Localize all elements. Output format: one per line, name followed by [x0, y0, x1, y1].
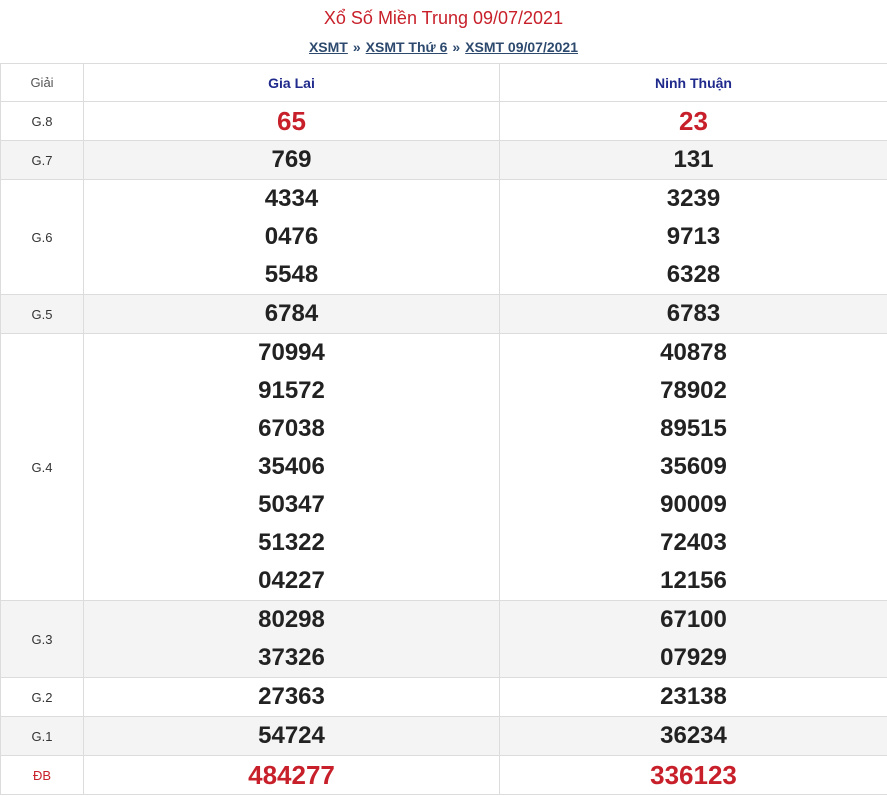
table-row: G.6 4334 0476 5548 3239 9713 6328	[0, 179, 887, 295]
winning-number: 70994	[258, 339, 325, 366]
winning-number: 6784	[264, 300, 319, 327]
winning-number: 4334	[264, 185, 319, 212]
province-header-gia-lai[interactable]: Gia Lai	[83, 63, 500, 102]
prize-cell: 54724	[83, 716, 500, 756]
lottery-results-page: Xổ Số Miền Trung 09/07/2021 XSMT» XSMT Th…	[0, 0, 887, 796]
prize-cell: 80298 37326	[83, 600, 500, 678]
table-row: G.8 65 23	[0, 101, 887, 141]
prize-label: ĐB	[0, 755, 84, 795]
winning-number: 50347	[258, 491, 325, 518]
table-row: G.3 80298 37326 67100 07929	[0, 600, 887, 678]
results-table: Giải Gia Lai Ninh Thuận G.8 65 23 G.7 769 131…	[0, 63, 887, 795]
winning-number: 91572	[258, 377, 325, 404]
winning-number: 769	[271, 146, 312, 173]
prize-cell: 3239 9713 6328	[499, 179, 887, 295]
breadcrumb-link-xsmt[interactable]: XSMT	[309, 39, 348, 55]
winning-number: 78902	[660, 377, 727, 404]
winning-number: 67038	[258, 415, 325, 442]
winning-number: 12156	[660, 567, 727, 594]
breadcrumb: XSMT» XSMT Thứ 6» XSMT 09/07/2021	[0, 36, 887, 58]
table-header-row: Giải Gia Lai Ninh Thuận	[0, 63, 887, 102]
results-body: G.8 65 23 G.7 769 131 G.6 4334 0476 5548 3239 9713 6…	[0, 101, 887, 795]
winning-number: 54724	[258, 722, 325, 749]
prize-label: G.6	[0, 179, 84, 295]
prize-cell: 70994 91572 67038 35406 50347 51322 04227	[83, 333, 500, 601]
table-row: G.2 27363 23138	[0, 677, 887, 717]
winning-number: 5548	[264, 261, 319, 288]
prize-cell: 769	[83, 140, 500, 180]
winning-number: 72403	[660, 529, 727, 556]
winning-number: 3239	[666, 185, 721, 212]
prize-column-header: Giải	[0, 63, 84, 102]
winning-number: 67100	[660, 606, 727, 633]
prize-label: G.4	[0, 333, 84, 601]
winning-number: 0476	[264, 223, 319, 250]
prize-cell: 6784	[83, 294, 500, 334]
winning-number: 36234	[660, 722, 727, 749]
winning-number: 23138	[660, 683, 727, 710]
winning-number: 37326	[258, 644, 325, 671]
prize-cell: 6783	[499, 294, 887, 334]
winning-number: 23	[679, 106, 708, 136]
winning-number: 90009	[660, 491, 727, 518]
prize-cell: 40878 78902 89515 35609 90009 72403 12156	[499, 333, 887, 601]
prize-label: G.2	[0, 677, 84, 717]
winning-number: 336123	[650, 760, 737, 790]
winning-number: 131	[673, 146, 714, 173]
prize-cell: 4334 0476 5548	[83, 179, 500, 295]
prize-cell: 67100 07929	[499, 600, 887, 678]
winning-number: 35609	[660, 453, 727, 480]
table-row: G.5 6784 6783	[0, 294, 887, 334]
prize-cell: 336123	[499, 755, 887, 795]
prize-label: G.5	[0, 294, 84, 334]
table-row: G.4 70994 91572 67038 35406 50347 51322 04227 40…	[0, 333, 887, 601]
prize-label: G.1	[0, 716, 84, 756]
winning-number: 65	[277, 106, 306, 136]
table-row: ĐB 484277 336123	[0, 755, 887, 795]
winning-number: 27363	[258, 683, 325, 710]
winning-number: 51322	[258, 529, 325, 556]
prize-cell: 131	[499, 140, 887, 180]
breadcrumb-separator: »	[352, 39, 361, 55]
winning-number: 89515	[660, 415, 727, 442]
breadcrumb-link-xsmt-date[interactable]: XSMT 09/07/2021	[465, 39, 578, 55]
winning-number: 04227	[258, 567, 325, 594]
prize-cell: 23	[499, 101, 887, 141]
prize-label: G.3	[0, 600, 84, 678]
prize-label: G.7	[0, 140, 84, 180]
prize-cell: 27363	[83, 677, 500, 717]
breadcrumb-link-xsmt-thu-6[interactable]: XSMT Thứ 6	[366, 39, 448, 55]
winning-number: 80298	[258, 606, 325, 633]
table-row: G.7 769 131	[0, 140, 887, 180]
winning-number: 9713	[666, 223, 721, 250]
page-title: Xổ Số Miền Trung 09/07/2021	[323, 8, 564, 28]
winning-number: 6328	[666, 261, 721, 288]
prize-cell: 23138	[499, 677, 887, 717]
winning-number: 35406	[258, 453, 325, 480]
winning-number: 07929	[660, 644, 727, 671]
prize-cell: 65	[83, 101, 500, 141]
prize-label: G.8	[0, 101, 84, 141]
breadcrumb-separator: »	[452, 39, 461, 55]
prize-cell: 36234	[499, 716, 887, 756]
winning-number: 6783	[666, 300, 721, 327]
table-row: G.1 54724 36234	[0, 716, 887, 756]
prize-cell: 484277	[83, 755, 500, 795]
winning-number: 484277	[248, 760, 335, 790]
winning-number: 40878	[660, 339, 727, 366]
province-header-ninh-thuan[interactable]: Ninh Thuận	[499, 63, 887, 102]
